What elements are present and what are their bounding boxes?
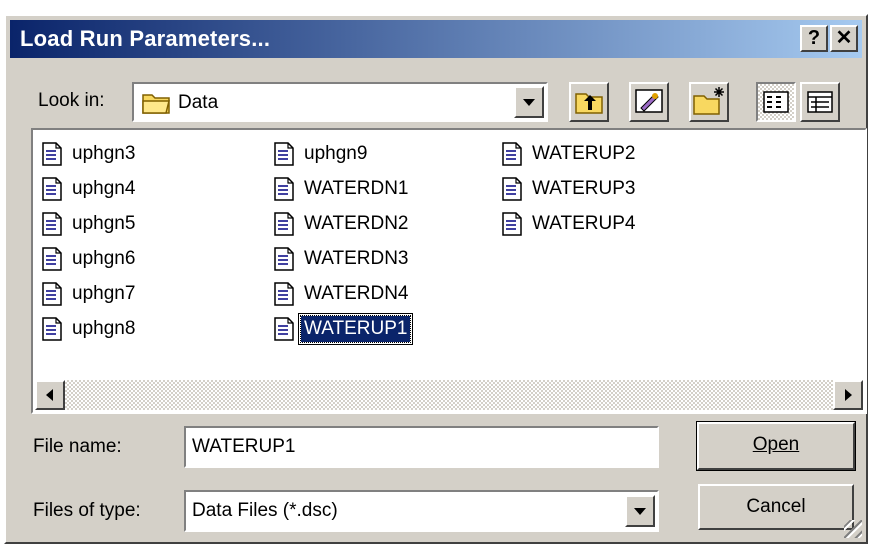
file-name: uphgn5 bbox=[72, 212, 136, 234]
file-item[interactable]: uphgn5 bbox=[41, 206, 138, 241]
file-item[interactable]: uphgn9 bbox=[273, 136, 412, 171]
arrow-right-icon bbox=[845, 389, 852, 401]
file-item[interactable]: WATERUP2 bbox=[501, 136, 638, 171]
open-label: Open bbox=[752, 434, 800, 455]
file-item[interactable]: WATERUP4 bbox=[501, 206, 638, 241]
file-column: WATERUP2 WATERUP3 WATERUP4 bbox=[501, 136, 638, 241]
folder-icon bbox=[142, 94, 170, 114]
filetype-dropdown-button[interactable] bbox=[625, 495, 655, 527]
lookin-combobox[interactable]: Data bbox=[132, 82, 548, 122]
details-view-icon bbox=[807, 91, 833, 113]
document-icon bbox=[42, 316, 62, 341]
create-new-folder-button[interactable] bbox=[689, 82, 729, 122]
cancel-button[interactable]: Cancel bbox=[698, 484, 854, 530]
file-name: WATERDN1 bbox=[304, 177, 409, 199]
lookin-value: Data bbox=[178, 92, 219, 113]
chevron-down-icon bbox=[634, 508, 646, 515]
load-run-parameters-dialog: Load Run Parameters... ? ✕ Look in: Data bbox=[4, 14, 868, 544]
document-icon bbox=[42, 246, 62, 271]
open-button[interactable]: Open bbox=[696, 421, 856, 471]
lookin-dropdown-button[interactable] bbox=[514, 86, 544, 118]
file-name: uphgn8 bbox=[72, 317, 136, 339]
desktop-icon bbox=[635, 89, 663, 113]
up-one-level-button[interactable] bbox=[569, 82, 609, 122]
document-icon bbox=[42, 211, 62, 236]
file-name: uphgn9 bbox=[304, 142, 368, 164]
resize-grip[interactable] bbox=[844, 520, 862, 538]
document-icon bbox=[502, 211, 522, 236]
file-name: WATERDN2 bbox=[304, 212, 409, 234]
file-item[interactable]: uphgn8 bbox=[41, 311, 138, 346]
file-item[interactable]: uphgn7 bbox=[41, 276, 138, 311]
file-item[interactable]: WATERDN2 bbox=[273, 206, 412, 241]
filename-input[interactable]: WATERUP1 bbox=[184, 426, 659, 468]
file-name: WATERUP1 bbox=[299, 314, 412, 343]
document-icon bbox=[502, 141, 522, 166]
create-new-folder-icon bbox=[693, 87, 724, 115]
document-icon bbox=[274, 211, 294, 236]
file-item[interactable]: WATERDN4 bbox=[273, 276, 412, 311]
document-icon bbox=[274, 246, 294, 271]
filetype-combobox[interactable]: Data Files (*.dsc) bbox=[184, 490, 659, 532]
list-view-icon bbox=[763, 91, 789, 113]
file-name: WATERUP2 bbox=[532, 142, 636, 164]
cancel-label: Cancel bbox=[746, 496, 806, 517]
file-name: uphgn7 bbox=[72, 282, 136, 304]
arrow-left-icon bbox=[46, 389, 53, 401]
document-icon bbox=[274, 316, 294, 341]
lookin-label: Look in: bbox=[38, 90, 105, 111]
window-title: Load Run Parameters... bbox=[20, 26, 271, 51]
file-item[interactable]: WATERUP3 bbox=[501, 171, 638, 206]
document-icon bbox=[502, 176, 522, 201]
document-icon bbox=[274, 176, 294, 201]
file-name: uphgn4 bbox=[72, 177, 136, 199]
file-item[interactable]: uphgn6 bbox=[41, 241, 138, 276]
file-name: WATERDN4 bbox=[304, 282, 409, 304]
file-name: WATERUP4 bbox=[532, 212, 636, 234]
file-column: uphgn3 uphgn4 uphgn5 uphgn6 uphgn7 uphgn8 bbox=[41, 136, 138, 346]
file-item[interactable]: WATERUP1 bbox=[273, 311, 412, 346]
file-item[interactable]: WATERDN1 bbox=[273, 171, 412, 206]
filetype-label: Files of type: bbox=[33, 500, 141, 521]
filename-value: WATERUP1 bbox=[192, 436, 296, 457]
scroll-left-button[interactable] bbox=[35, 380, 65, 410]
chevron-down-icon bbox=[523, 99, 535, 106]
document-icon bbox=[274, 141, 294, 166]
title-bar[interactable]: Load Run Parameters... ? ✕ bbox=[10, 20, 862, 58]
file-name: WATERDN3 bbox=[304, 247, 409, 269]
close-button[interactable]: ✕ bbox=[830, 25, 858, 52]
file-item[interactable]: WATERDN3 bbox=[273, 241, 412, 276]
scroll-track[interactable] bbox=[65, 380, 833, 410]
document-icon bbox=[274, 281, 294, 306]
file-name: WATERUP3 bbox=[532, 177, 636, 199]
document-icon bbox=[42, 176, 62, 201]
document-icon bbox=[42, 281, 62, 306]
file-name: uphgn3 bbox=[72, 142, 136, 164]
details-view-button[interactable] bbox=[800, 82, 840, 122]
up-one-level-icon bbox=[575, 93, 603, 114]
document-icon bbox=[42, 141, 62, 166]
horizontal-scrollbar[interactable] bbox=[35, 380, 863, 410]
scroll-right-button[interactable] bbox=[833, 380, 863, 410]
desktop-button[interactable] bbox=[629, 82, 669, 122]
file-list[interactable]: uphgn3 uphgn4 uphgn5 uphgn6 uphgn7 uphgn8 uphg… bbox=[31, 128, 867, 414]
filename-label: File name: bbox=[33, 436, 122, 457]
help-button[interactable]: ? bbox=[800, 25, 828, 52]
file-item[interactable]: uphgn4 bbox=[41, 171, 138, 206]
file-item[interactable]: uphgn3 bbox=[41, 136, 138, 171]
filetype-value: Data Files (*.dsc) bbox=[192, 500, 338, 521]
file-name: uphgn6 bbox=[72, 247, 136, 269]
list-view-button[interactable] bbox=[756, 82, 796, 122]
file-column: uphgn9 WATERDN1 WATERDN2 WATERDN3 WATERDN4 WA… bbox=[273, 136, 412, 346]
